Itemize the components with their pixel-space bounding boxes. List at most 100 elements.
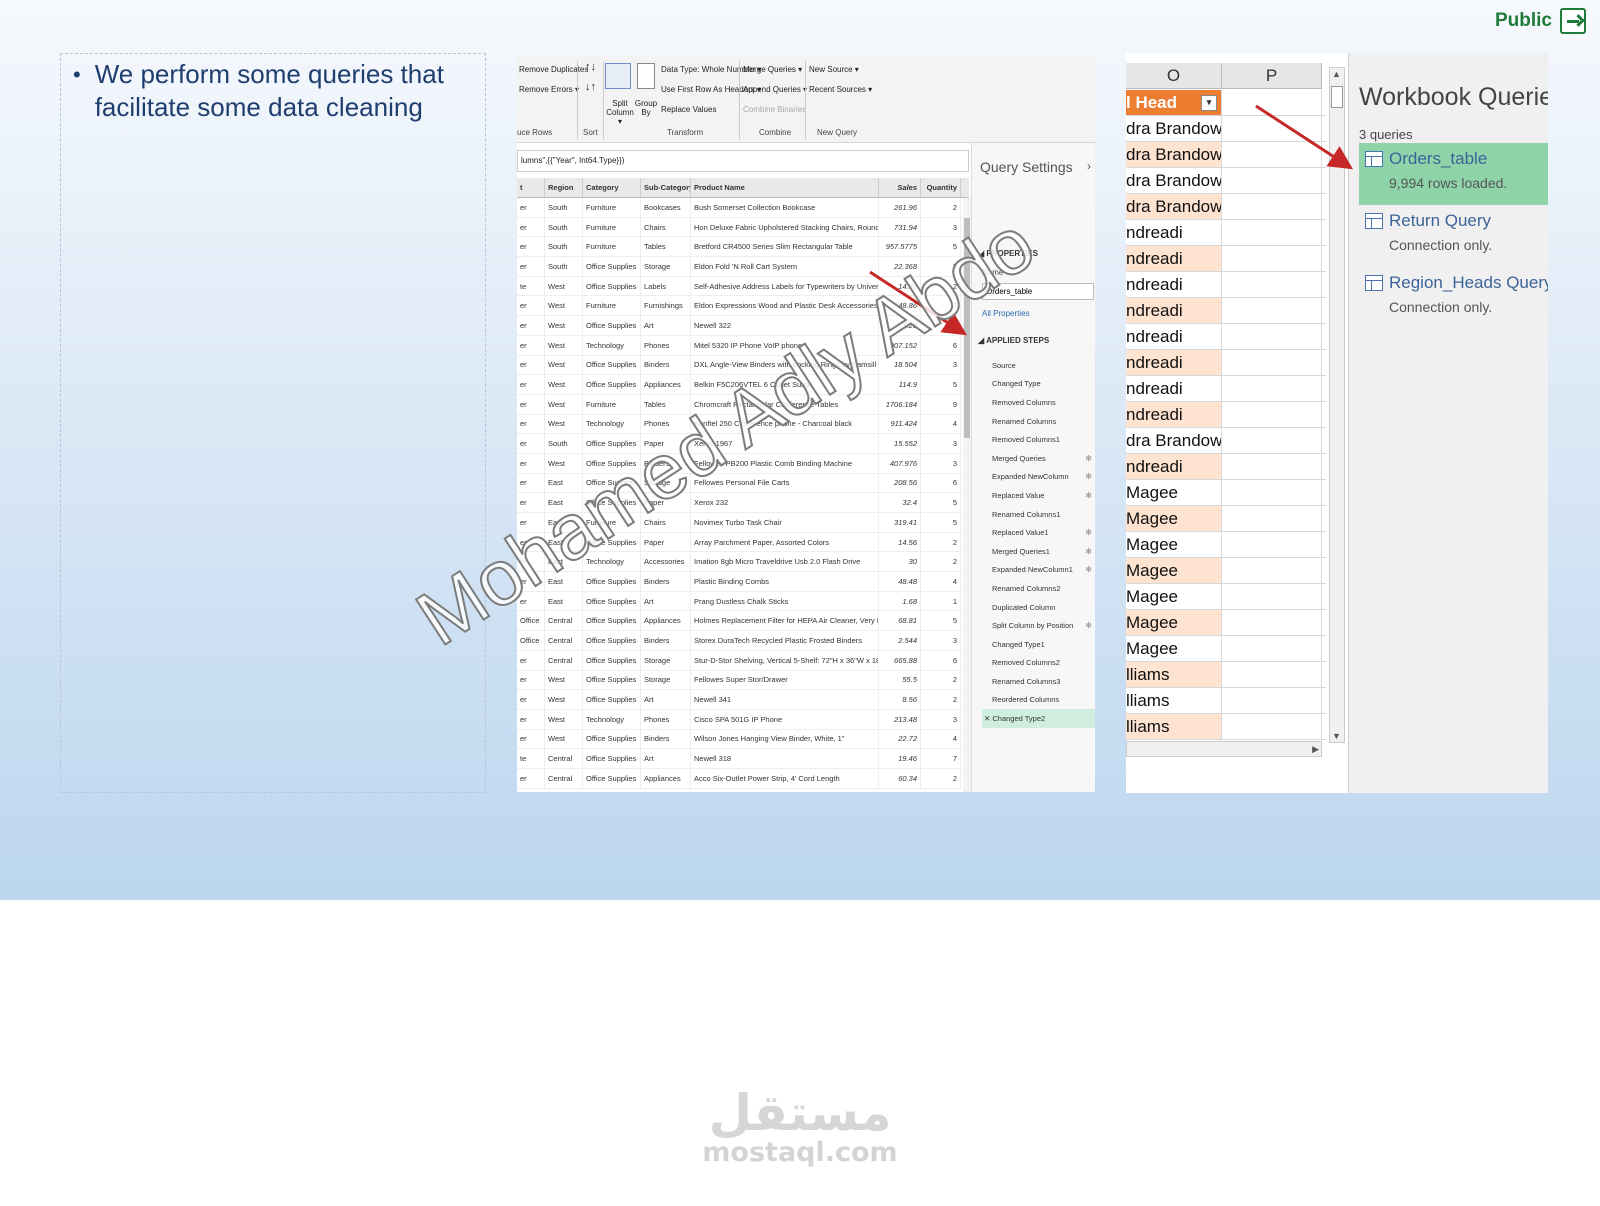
- group-by-icon[interactable]: [637, 63, 655, 89]
- cell[interactable]: [1222, 168, 1322, 193]
- cell[interactable]: [1222, 246, 1322, 271]
- cell[interactable]: Magee: [1126, 610, 1222, 635]
- cell[interactable]: Magee: [1126, 558, 1222, 583]
- applied-step[interactable]: ✕ Changed Type2: [982, 709, 1095, 728]
- cell[interactable]: ndreadi: [1126, 220, 1222, 245]
- table-row[interactable]: er West Technology Phones Mitel 5320 IP Phon…: [517, 335, 969, 356]
- applied-step[interactable]: Renamed Columns2: [982, 579, 1095, 598]
- cell[interactable]: [1222, 194, 1322, 219]
- applied-step[interactable]: Split Column by Position ✻: [982, 616, 1095, 635]
- cell[interactable]: [1222, 350, 1322, 375]
- cell[interactable]: [1222, 714, 1322, 739]
- cell[interactable]: [1222, 142, 1322, 167]
- table-row[interactable]: er Central Office Supplies Storage Stur-D-St…: [517, 650, 969, 671]
- table-row[interactable]: te West Office Supplies Labels Self-Adhesive…: [517, 276, 969, 297]
- applied-step[interactable]: Replaced Value ✻: [982, 486, 1095, 505]
- query-item-orders-table[interactable]: Orders_table 9,994 rows loaded.: [1359, 143, 1548, 205]
- table-row[interactable]: te Central Office Supplies Art Newell 318 19.…: [517, 749, 969, 769]
- table-row[interactable]: er West Office Supplies Art Newell 322 7.28 4: [517, 316, 969, 336]
- table-row[interactable]: er South Office Supplies Paper Xerox 1967 15.…: [517, 434, 969, 454]
- table-row[interactable]: er West Office Supplies Binders Wilson Jones…: [517, 729, 969, 750]
- cell[interactable]: ndreadi: [1126, 402, 1222, 427]
- table-row[interactable]: er West Furniture Tables Chromcraft Rectangu…: [517, 394, 969, 415]
- split-column-icon[interactable]: [605, 63, 631, 89]
- table-row[interactable]: er South Office Supplies Storage Eldon Fold …: [517, 257, 969, 277]
- cell[interactable]: [1222, 558, 1322, 583]
- query-item-return-query[interactable]: Return Query Connection only.: [1359, 205, 1548, 267]
- cell[interactable]: [1222, 116, 1322, 141]
- table-row[interactable]: er Central Office Supplies Appliances Acco S…: [517, 768, 969, 789]
- formula-bar[interactable]: lumns",{{"Year", Int64.Type}}): [517, 150, 969, 172]
- sheet-horizontal-scrollbar[interactable]: ▶: [1126, 741, 1322, 757]
- column-header[interactable]: Sales: [879, 178, 921, 197]
- cell[interactable]: ndreadi: [1126, 454, 1222, 479]
- cell[interactable]: [1222, 584, 1322, 609]
- scroll-thumb[interactable]: [964, 218, 970, 438]
- cell[interactable]: dra Brandow: [1126, 116, 1222, 141]
- applied-step[interactable]: Source: [982, 356, 1095, 375]
- table-row[interactable]: er East Office Supplies Storage Fellowes Per…: [517, 473, 969, 494]
- table-row[interactable]: er West Office Supplies Binders Fellowes PB2…: [517, 453, 969, 474]
- cell[interactable]: ndreadi: [1126, 324, 1222, 349]
- applied-step[interactable]: Removed Columns: [982, 393, 1095, 412]
- column-header[interactable]: Quantity: [921, 178, 961, 197]
- column-header[interactable]: Product Name: [691, 178, 879, 197]
- replace-values-button[interactable]: Replace Values: [661, 105, 716, 114]
- cell[interactable]: [1222, 454, 1322, 479]
- cell[interactable]: [1222, 532, 1322, 557]
- cell[interactable]: [1222, 272, 1322, 297]
- cell[interactable]: [1222, 480, 1322, 505]
- cell[interactable]: [1222, 636, 1322, 661]
- table-row[interactable]: er South Furniture Bookcases Bush Somerset C…: [517, 198, 969, 218]
- gear-icon[interactable]: ✻: [1085, 472, 1092, 481]
- public-badge[interactable]: Public: [1495, 8, 1586, 34]
- cell[interactable]: [1222, 90, 1322, 115]
- cell[interactable]: [1222, 376, 1322, 401]
- applied-step[interactable]: Reordered Columns: [982, 691, 1095, 710]
- query-name-input[interactable]: Orders_table: [982, 283, 1094, 300]
- cell[interactable]: [1222, 662, 1322, 687]
- table-row[interactable]: er East Office Supplies Paper Array Parchmen…: [517, 532, 969, 553]
- table-row[interactable]: er West Office Supplies Binders DXL Angle-Vi…: [517, 355, 969, 376]
- cell[interactable]: ndreadi: [1126, 376, 1222, 401]
- cell[interactable]: lliams: [1126, 688, 1222, 713]
- grid-scrollbar[interactable]: [963, 198, 971, 792]
- table-row[interactable]: er East Office Supplies Binders Plastic Bind…: [517, 572, 969, 592]
- applied-step[interactable]: Replaced Value1 ✻: [982, 523, 1095, 542]
- applied-step[interactable]: Expanded NewColumn ✻: [982, 468, 1095, 487]
- combine-binaries-button[interactable]: Combine Binaries: [743, 105, 806, 114]
- merge-queries-button[interactable]: Merge Queries ▾: [743, 65, 802, 74]
- collapse-icon[interactable]: ›: [1087, 159, 1091, 173]
- cell[interactable]: ndreadi: [1126, 272, 1222, 297]
- query-item-region-heads[interactable]: Region_Heads Query Connection only.: [1359, 267, 1548, 329]
- cell[interactable]: [1222, 220, 1322, 245]
- gear-icon[interactable]: ✻: [1085, 454, 1092, 463]
- table-row[interactable]: er West Technology Phones Konftel 250 Confer…: [517, 414, 969, 435]
- column-header-o[interactable]: O: [1126, 63, 1222, 89]
- scroll-down-icon[interactable]: ▼: [1332, 731, 1341, 741]
- cell[interactable]: dra Brandow: [1126, 142, 1222, 167]
- cell[interactable]: [1222, 506, 1322, 531]
- all-properties-link[interactable]: All Properties: [982, 309, 1030, 318]
- cell[interactable]: [1222, 688, 1322, 713]
- table-row[interactable]: er West Office Supplies Art Newell 341 8.56 2: [517, 690, 969, 710]
- cell[interactable]: dra Brandow: [1126, 168, 1222, 193]
- table-row[interactable]: er West Technology Phones Cisco SPA 501G IP …: [517, 709, 969, 730]
- applied-step[interactable]: Expanded NewColumn1 ✻: [982, 561, 1095, 580]
- column-header-p[interactable]: P: [1222, 63, 1322, 89]
- remove-errors-button[interactable]: Remove Errors ▾: [519, 85, 579, 94]
- cell[interactable]: [1222, 324, 1322, 349]
- split-column-button[interactable]: Split Column ▾: [605, 99, 635, 126]
- sort-ascending-icon[interactable]: ↑↓: [585, 61, 596, 73]
- table-row[interactable]: er West Furniture Furnishings Eldon Expressi…: [517, 296, 969, 317]
- table-row[interactable]: Office Central Office Supplies Appliances Ho…: [517, 611, 969, 632]
- cell[interactable]: [1222, 428, 1322, 453]
- sheet-vertical-scrollbar[interactable]: ▲ ▼: [1329, 67, 1345, 743]
- table-row[interactable]: er East Technology Accessories Imation 8gb M…: [517, 552, 969, 573]
- table-row[interactable]: er West Office Supplies Storage Fellowes Sup…: [517, 670, 969, 691]
- cell[interactable]: ndreadi: [1126, 298, 1222, 323]
- cell[interactable]: ndreadi: [1126, 246, 1222, 271]
- column-header[interactable]: Category: [583, 178, 641, 197]
- table-row[interactable]: er South Furniture Tables Bretford CR4500 Se…: [517, 237, 969, 258]
- column-header[interactable]: Region: [545, 178, 583, 197]
